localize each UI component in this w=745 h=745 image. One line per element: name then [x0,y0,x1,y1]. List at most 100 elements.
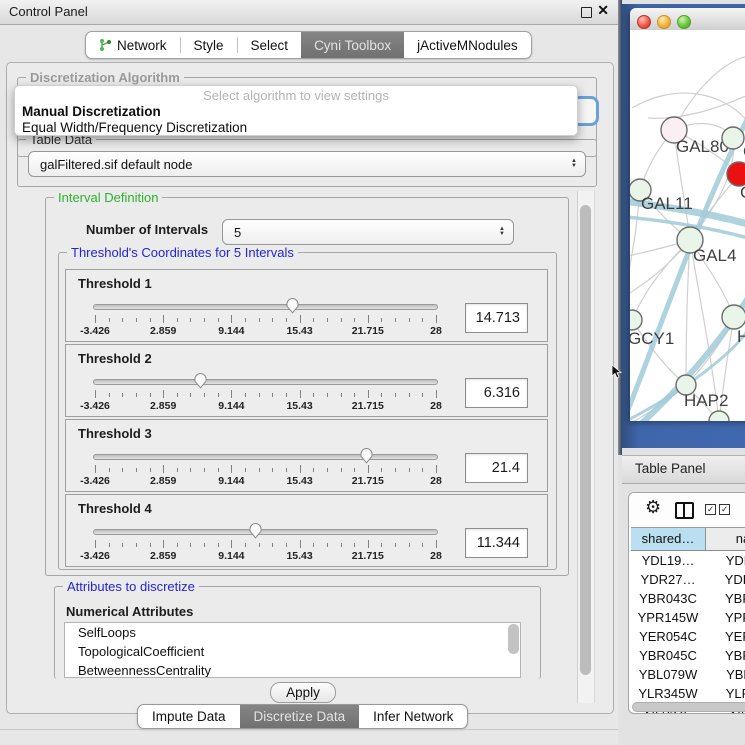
gear-icon[interactable]: ⚙ [645,497,661,518]
table-data-combobox[interactable]: galFiltered.sif default node ▲▼ [28,151,586,177]
slider-thumb[interactable] [359,447,374,464]
tab-impute-data[interactable]: Impute Data [138,705,240,728]
mouse-cursor [611,364,622,379]
tab-jactivemnodules[interactable]: jActiveMNodules [404,32,531,58]
dropdown-option-manual[interactable]: Manual Discretization [15,104,577,120]
threshold-slider: -3.4262.8599.14415.4321.71528 [93,448,438,488]
tick-mark [300,465,301,473]
tick-mark [204,393,205,397]
tick-label: -3.426 [80,475,110,487]
spinner-arrows-icon[interactable]: ▲▼ [495,227,513,238]
tick-label: 28 [430,325,442,337]
tick-mark [381,543,382,547]
column-header[interactable]: shared… [631,528,706,551]
tick-label: 15.43 [286,475,312,487]
num-intervals-label: Number of Intervals [86,222,208,237]
attribute-list-item[interactable]: BetweennessCentrality [65,661,520,678]
tick-mark [95,465,96,473]
tab-cyni-toolbox[interactable]: Cyni Toolbox [301,32,404,58]
tick-mark [136,318,137,322]
tab-infer-network[interactable]: Infer Network [359,705,467,728]
spinner-arrows-icon[interactable]: ▲▼ [567,159,585,170]
attribute-list-item[interactable]: SelfLoops [65,623,520,642]
tick-mark [300,540,301,548]
table-row[interactable]: YER054CYER0 [631,627,745,646]
close-icon[interactable]: ✕ [597,2,609,19]
checkbox-icon[interactable]: ✓ [719,504,730,515]
tick-mark [136,468,137,472]
checkbox-icons[interactable]: ✓ ✓ [705,504,730,515]
combobox-value: 5 [223,225,495,240]
tick-mark [368,390,369,398]
checkbox-icon[interactable]: ✓ [705,504,716,515]
zoom-traffic-light-icon[interactable] [677,15,691,29]
tick-mark [286,318,287,322]
tick-mark [245,543,246,547]
tick-mark [341,468,342,472]
threshold-value-box[interactable]: 6.316 [465,378,528,408]
tick-mark [218,393,219,397]
minimize-traffic-light-icon[interactable] [657,15,671,29]
table-row[interactable]: YBR043CYBR0 [631,589,745,608]
table-panel-header[interactable]: Table Panel [622,455,745,484]
threshold-value-box[interactable]: 21.4 [465,453,528,483]
tick-mark [313,318,314,322]
split-columns-icon[interactable] [675,502,694,519]
tab-discretize-data[interactable]: Discretize Data [240,705,360,728]
threshold-value-box[interactable]: 14.713 [465,303,528,333]
table-cell: YLR3 [705,684,745,703]
tab-network[interactable]: Network [86,32,180,58]
tick-mark [272,543,273,547]
float-window-icon[interactable] [581,7,592,18]
panel-scrollbar[interactable] [577,191,595,703]
table-cell: YPR1 [705,608,745,627]
close-traffic-light-icon[interactable] [637,15,651,29]
dropdown-option-equal-width[interactable]: Equal Width/Frequency Discretization [15,120,577,136]
table-row[interactable]: YBR045CYBR0 [631,646,745,665]
table-row[interactable]: YDL19…YDL1 [631,551,745,570]
slider-track[interactable] [93,379,438,385]
tick-mark [436,540,437,548]
window-bottom-edge [0,729,618,730]
network-node [722,127,744,149]
slider-track[interactable] [93,454,438,460]
table-row[interactable]: YLR345WYLR3 [631,684,745,703]
network-window-titlebar[interactable] [630,8,745,31]
slider-ticks [95,540,436,549]
tick-label: 2.859 [150,475,176,487]
tick-mark [150,468,151,472]
apply-button[interactable]: Apply [270,682,336,703]
column-header[interactable]: na [706,528,745,551]
attribute-list-item[interactable]: TopologicalCoefficient [65,642,520,661]
tick-mark [218,468,219,472]
num-intervals-combobox[interactable]: 5 ▲▼ [222,219,514,245]
slider-thumb[interactable] [193,372,208,389]
tick-mark [177,393,178,397]
table-row[interactable]: YDR27…YDR2 [631,570,745,589]
scrollbar-thumb[interactable] [632,702,745,712]
numerical-attributes-list[interactable]: SelfLoopsTopologicalCoefficientBetweenne… [64,622,521,678]
tick-mark [272,468,273,472]
network-node-label: HAP2 [684,391,728,410]
tab-label: Infer Network [373,709,453,724]
table-hscrollbar[interactable] [632,702,745,711]
tick-mark [381,393,382,397]
threshold-slider: -3.4262.8599.14415.4321.71528 [93,298,438,338]
network-canvas[interactable]: GAL80GAL11GAL4GCY1HHAP2GC [630,30,745,421]
slider-track[interactable] [93,304,438,310]
tick-mark [109,468,110,472]
tab-select[interactable]: Select [238,32,302,58]
tick-label: 9.144 [218,475,244,487]
scrollbar-thumb[interactable] [580,205,591,675]
table-row[interactable]: YPR145WYPR1 [631,608,745,627]
table-row[interactable]: YBL079WYBL0 [631,665,745,684]
tick-mark [313,543,314,547]
tab-style[interactable]: Style [181,32,237,58]
slider-thumb[interactable] [248,522,263,539]
tick-mark [177,318,178,322]
threshold-value-box[interactable]: 11.344 [465,528,528,558]
network-view-window: GAL80GAL11GAL4GCY1HHAP2GC [630,8,745,421]
list-scrollbar[interactable] [508,624,519,654]
slider-track[interactable] [93,529,438,535]
slider-thumb[interactable] [285,297,300,314]
